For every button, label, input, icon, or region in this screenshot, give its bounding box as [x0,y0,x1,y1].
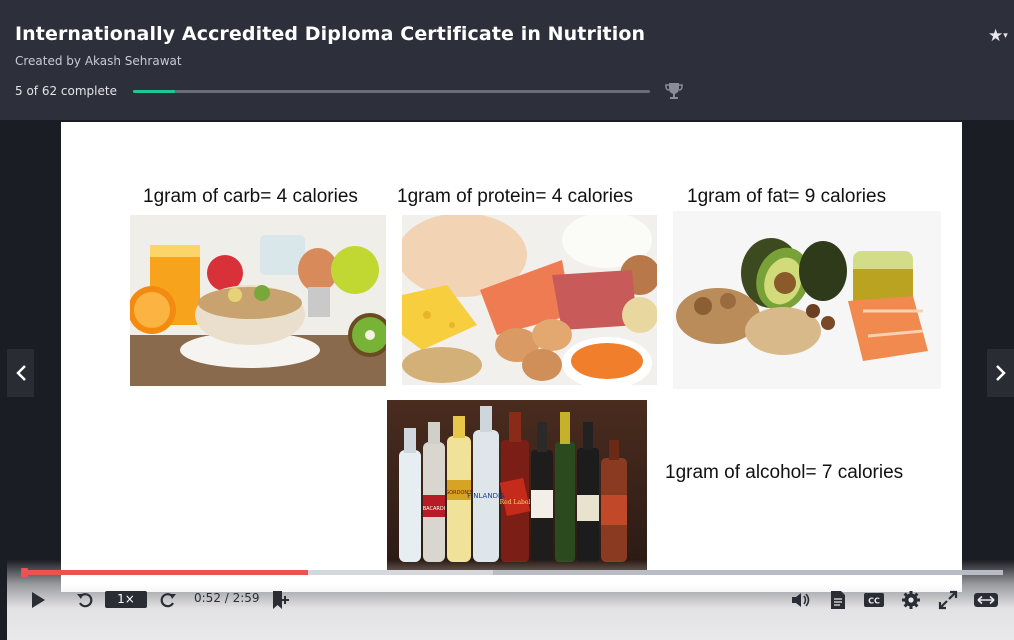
transcript-button[interactable] [827,588,849,612]
volume-button[interactable] [790,588,812,612]
course-creator[interactable]: Created by Akash Sehrawat [15,54,182,68]
expand-horizontal-icon [974,593,998,607]
video-controls: 1× 0:52 / 2:59 CC [7,560,1014,640]
protein-caption: 1gram of protein= 4 calories [397,186,634,207]
bottle-label-bacardi: BACARDI [423,506,445,512]
forward-icon [160,593,176,608]
expand-button[interactable] [972,588,1000,612]
closed-captions-icon: CC [864,593,884,607]
next-lecture-button[interactable] [987,349,1014,397]
course-progress-fill [133,90,175,93]
carb-foods-image [130,215,386,386]
alcohol-caption: 1gram of alcohol= 7 calories [665,462,904,483]
play-button[interactable] [27,588,49,612]
rewind-icon [77,593,93,608]
fat-caption: 1gram of fat= 9 calories [687,186,887,207]
course-title: Internationally Accredited Diploma Certi… [15,23,646,45]
fat-foods-image [673,211,941,389]
volume-icon [792,593,810,607]
playback-speed-button[interactable]: 1× [105,591,147,608]
trophy-icon[interactable] [664,81,684,101]
add-bookmark-button[interactable] [269,588,291,612]
forward-button[interactable] [157,588,179,612]
star-icon[interactable]: ★▾ [988,26,1014,46]
bottle-label-red-label: Red Label [500,499,531,506]
chevron-left-icon [15,365,26,381]
time-display: 0:52 / 2:59 [194,591,260,605]
progress-text[interactable]: 5 of 62 complete [15,84,117,98]
course-progress-bar[interactable] [133,90,650,93]
rewind-button[interactable] [74,588,96,612]
course-header: Internationally Accredited Diploma Certi… [0,0,1014,120]
fullscreen-button[interactable] [937,588,959,612]
captions-button[interactable]: CC [862,588,886,612]
transcript-icon [831,591,845,609]
svg-text:CC: CC [868,597,880,606]
seek-handle[interactable] [21,568,28,577]
lecture-slide: 1gram of carb= 4 calories 1gram of prote… [61,122,962,592]
seek-played [23,570,308,575]
previous-lecture-button[interactable] [7,349,34,397]
alcohol-bottles-image: FINLANDIA Red Label GORDON'S BACARDI [387,400,647,572]
bottle-label-gordons: GORDON'S [445,490,472,496]
play-icon [32,592,45,608]
seek-bar[interactable] [23,570,1003,575]
settings-button[interactable] [900,588,922,612]
bookmark-add-icon [273,591,289,609]
gear-icon [902,591,920,609]
carb-caption: 1gram of carb= 4 calories [143,186,358,207]
fullscreen-icon [938,590,958,610]
chevron-right-icon [995,365,1006,381]
protein-foods-image [402,215,657,385]
